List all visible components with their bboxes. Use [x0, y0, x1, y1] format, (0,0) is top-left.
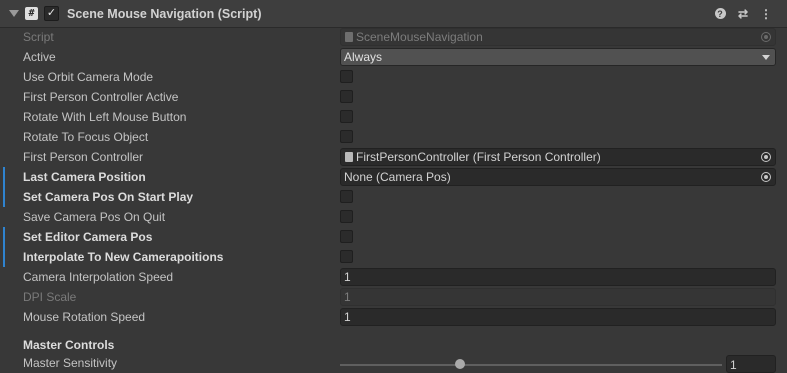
- rotate-with-left-mouse-button-label: Rotate With Left Mouse Button: [23, 110, 187, 124]
- camera-interpolation-speed-input[interactable]: 1: [340, 268, 776, 286]
- set-camera-pos-on-start-play-label: Set Camera Pos On Start Play: [23, 190, 194, 204]
- active-dropdown[interactable]: Always: [340, 48, 776, 66]
- save-camera-pos-on-quit-checkbox[interactable]: [340, 210, 353, 223]
- component-title: Scene Mouse Navigation (Script): [67, 6, 262, 21]
- script-row: Script SceneMouseNavigation: [0, 27, 787, 47]
- rotate-to-focus-object-label: Rotate To Focus Object: [23, 130, 149, 144]
- dpi-scale-value: 1: [344, 290, 351, 304]
- first-person-controller-value: FirstPersonController (First Person Cont…: [356, 150, 601, 164]
- help-icon[interactable]: ?: [713, 7, 727, 21]
- script-value: SceneMouseNavigation: [356, 30, 483, 44]
- active-value: Always: [344, 50, 383, 64]
- object-picker-icon[interactable]: [761, 152, 771, 162]
- object-picker-icon: [761, 32, 771, 42]
- camera-interpolation-speed-label: Camera Interpolation Speed: [23, 270, 174, 284]
- active-label: Active: [23, 50, 56, 64]
- master-sensitivity-input[interactable]: 1: [726, 355, 776, 373]
- preset-icon[interactable]: ⇄: [736, 7, 750, 21]
- override-marker: [3, 187, 5, 207]
- master-sensitivity-value: 1: [730, 358, 737, 372]
- mouse-rotation-speed-input[interactable]: 1: [340, 308, 776, 326]
- foldout-arrow-icon[interactable]: [9, 10, 19, 17]
- master-controls-heading: Master Controls: [23, 338, 115, 352]
- save-camera-pos-on-quit-label: Save Camera Pos On Quit: [23, 210, 166, 224]
- use-orbit-camera-mode-label: Use Orbit Camera Mode: [23, 70, 154, 84]
- rotate-with-left-mouse-button-row: Rotate With Left Mouse Button: [0, 107, 787, 127]
- rotate-with-left-mouse-button-checkbox[interactable]: [340, 110, 353, 123]
- script-icon: #: [25, 7, 38, 20]
- rotate-to-focus-object-row: Rotate To Focus Object: [0, 127, 787, 147]
- rotate-to-focus-object-checkbox[interactable]: [340, 130, 353, 143]
- last-camera-position-label: Last Camera Position: [23, 170, 146, 184]
- component-enabled-checkbox[interactable]: ✓: [44, 6, 59, 21]
- more-menu-icon[interactable]: ⋮: [759, 7, 773, 21]
- interpolate-to-new-camerapoitions-checkbox[interactable]: [340, 250, 353, 263]
- set-editor-camera-pos-checkbox[interactable]: [340, 230, 353, 243]
- set-editor-camera-pos-row: Set Editor Camera Pos: [0, 227, 787, 247]
- script-file-icon: [345, 32, 353, 42]
- master-sensitivity-row: Master Sensitivity: [0, 353, 787, 373]
- mouse-rotation-speed-row: Mouse Rotation Speed 1: [0, 307, 787, 327]
- use-orbit-camera-mode-checkbox[interactable]: [340, 70, 353, 83]
- set-camera-pos-on-start-play-checkbox[interactable]: [340, 190, 353, 203]
- master-sensitivity-slider-track[interactable]: [340, 364, 722, 366]
- script-label: Script: [23, 30, 54, 44]
- set-editor-camera-pos-label: Set Editor Camera Pos: [23, 230, 153, 244]
- first-person-controller-field[interactable]: FirstPersonController (First Person Cont…: [340, 148, 776, 166]
- override-marker: [3, 167, 5, 187]
- master-sensitivity-label: Master Sensitivity: [23, 356, 118, 370]
- first-person-controller-active-row: First Person Controller Active: [0, 87, 787, 107]
- camera-interpolation-speed-value: 1: [344, 270, 351, 284]
- override-marker: [3, 247, 5, 267]
- interpolate-to-new-camerapoitions-label: Interpolate To New Camerapoitions: [23, 250, 224, 264]
- mouse-rotation-speed-label: Mouse Rotation Speed: [23, 310, 146, 324]
- last-camera-position-row: Last Camera Position None (Camera Pos): [0, 167, 787, 187]
- first-person-controller-label: First Person Controller: [23, 150, 144, 164]
- interpolate-to-new-camerapoitions-row: Interpolate To New Camerapoitions: [0, 247, 787, 267]
- first-person-controller-row: First Person Controller FirstPersonContr…: [0, 147, 787, 167]
- active-row: Active Always: [0, 47, 787, 67]
- first-person-controller-active-checkbox[interactable]: [340, 90, 353, 103]
- dpi-scale-input: 1: [340, 288, 776, 306]
- chevron-down-icon: [762, 55, 770, 60]
- set-camera-pos-on-start-play-row: Set Camera Pos On Start Play: [0, 187, 787, 207]
- mouse-rotation-speed-value: 1: [344, 310, 351, 324]
- object-picker-icon[interactable]: [761, 172, 771, 182]
- script-file-icon: [345, 152, 353, 162]
- dpi-scale-row: DPI Scale 1: [0, 287, 787, 307]
- script-field: SceneMouseNavigation: [340, 28, 776, 46]
- save-camera-pos-on-quit-row: Save Camera Pos On Quit: [0, 207, 787, 227]
- use-orbit-camera-mode-row: Use Orbit Camera Mode: [0, 67, 787, 87]
- last-camera-position-field[interactable]: None (Camera Pos): [340, 168, 776, 186]
- component-header[interactable]: # ✓ Scene Mouse Navigation (Script) ? ⇄ …: [0, 0, 787, 28]
- master-sensitivity-slider-handle[interactable]: [455, 359, 465, 369]
- last-camera-position-value: None (Camera Pos): [344, 170, 451, 184]
- first-person-controller-active-label: First Person Controller Active: [23, 90, 179, 104]
- camera-interpolation-speed-row: Camera Interpolation Speed 1: [0, 267, 787, 287]
- override-marker: [3, 227, 5, 247]
- dpi-scale-label: DPI Scale: [23, 290, 77, 304]
